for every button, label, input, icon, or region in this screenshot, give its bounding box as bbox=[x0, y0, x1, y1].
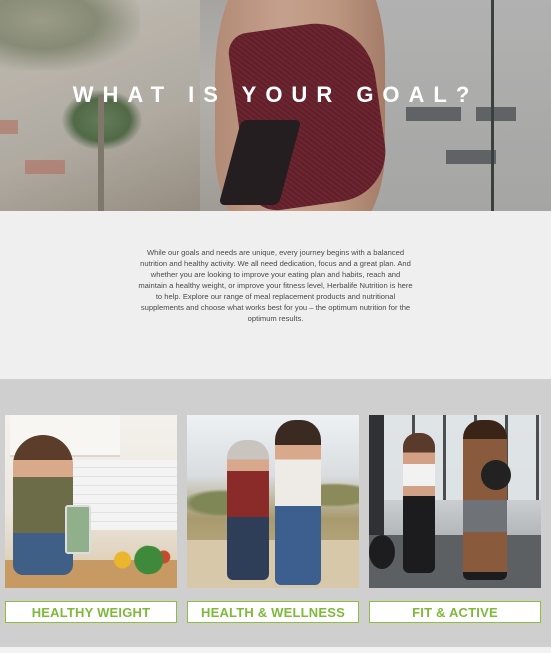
fit-active-button[interactable]: FIT & ACTIVE bbox=[369, 601, 541, 623]
healthy-weight-photo[interactable] bbox=[5, 415, 177, 588]
goal-card-health-wellness[interactable]: HEALTH & WELLNESS bbox=[187, 415, 359, 623]
page-title: WHAT IS YOUR GOAL? bbox=[72, 82, 479, 107]
hero-banner: WHAT IS YOUR GOAL? bbox=[0, 0, 551, 211]
goal-card-fit-active[interactable]: FIT & ACTIVE bbox=[369, 415, 541, 623]
health-wellness-button[interactable]: HEALTH & WELLNESS bbox=[187, 601, 359, 623]
intro-text: While our goals and needs are unique, ev… bbox=[138, 248, 413, 323]
intro-section: While our goals and needs are unique, ev… bbox=[0, 211, 551, 379]
fit-active-photo[interactable] bbox=[369, 415, 541, 588]
goals-section: HEALTHY WEIGHT HEALTH & WELLNESS FIT & A… bbox=[0, 379, 551, 653]
goal-card-healthy-weight[interactable]: HEALTHY WEIGHT bbox=[5, 415, 177, 623]
health-wellness-photo[interactable] bbox=[187, 415, 359, 588]
healthy-weight-button[interactable]: HEALTHY WEIGHT bbox=[5, 601, 177, 623]
